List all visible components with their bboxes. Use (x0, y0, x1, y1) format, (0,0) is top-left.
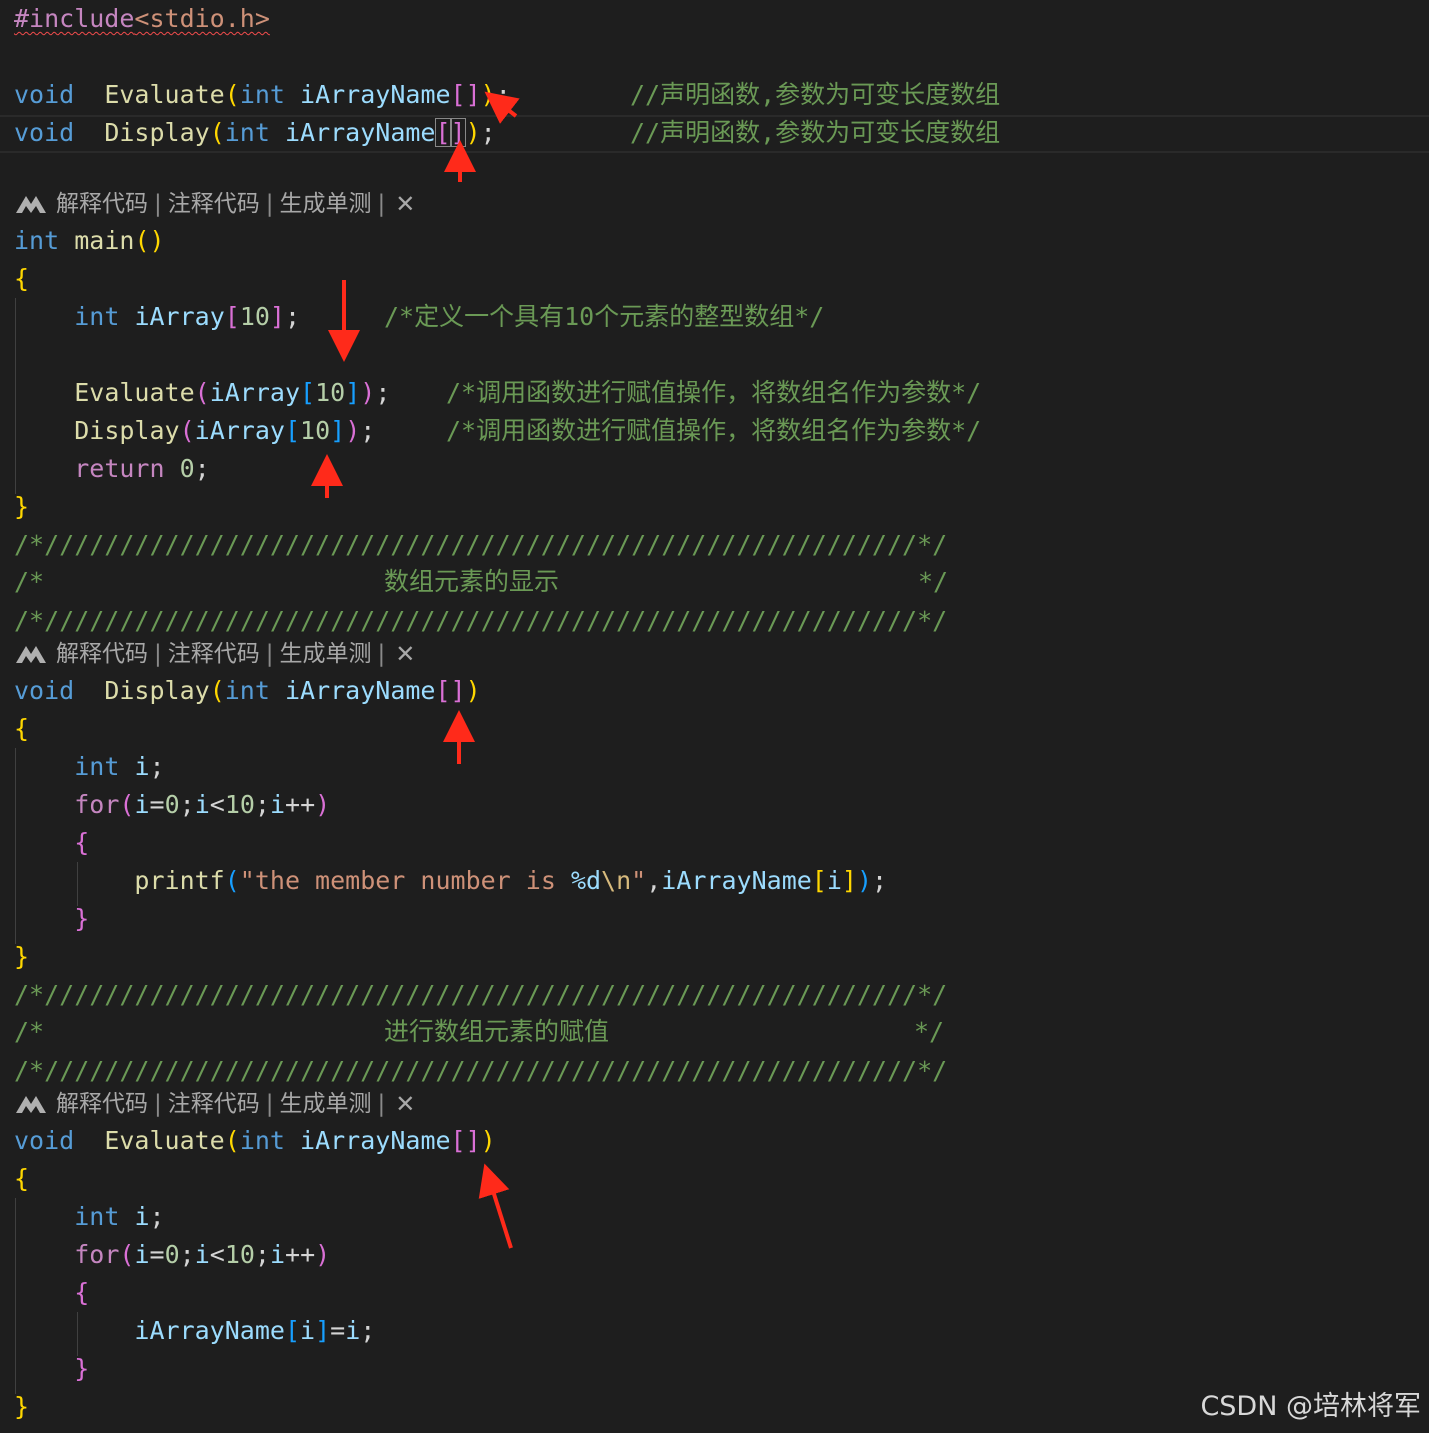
code-line-for[interactable]: for(i=0;i<10;i++) (14, 790, 330, 820)
arrow-annotation (478, 1163, 513, 1249)
code-line-evaluate-def[interactable]: void Evaluate(int iArrayName[]) (14, 1126, 496, 1156)
codelens-comment[interactable]: 注释代码 (168, 1089, 260, 1119)
code-line-brace-open: { (14, 714, 30, 743)
codelens-bar: 解释代码 | 注释代码 | 生成单测 | ✕ (14, 189, 415, 219)
marscode-logo-icon (16, 1096, 46, 1113)
function-name: Evaluate (104, 1126, 225, 1155)
code-line-decl-display[interactable]: void Display(int iArrayName[]); (14, 118, 496, 148)
banner-close: */ (918, 567, 949, 596)
banner-rule: /*//////////////////////////////////////… (14, 1056, 948, 1085)
param-type: int (224, 118, 270, 147)
banner-rule: /*//////////////////////////////////////… (14, 606, 948, 635)
code-line-call-evaluate[interactable]: Evaluate(iArray[10]); (14, 378, 390, 408)
codelens-unittest[interactable]: 生成单测 (280, 189, 372, 219)
param-type: int (239, 80, 285, 109)
param-name: iArrayName (300, 80, 451, 109)
codelens-unittest[interactable]: 生成单测 (280, 639, 372, 669)
marscode-logo-icon (16, 646, 46, 663)
code-line-local-decl[interactable]: int i; (14, 752, 164, 782)
codelens-explain[interactable]: 解释代码 (56, 1089, 148, 1119)
codelens-unittest[interactable]: 生成单测 (280, 1089, 372, 1119)
param-name: iArrayName (284, 118, 436, 147)
code-line-display-def[interactable]: void Display(int iArrayName[]) (14, 676, 481, 706)
banner-title-display: 数组元素的显示 (384, 567, 560, 596)
code-line-brace-close: } (14, 942, 30, 971)
codelens-comment[interactable]: 注释代码 (168, 639, 260, 669)
code-line-assign[interactable]: iArrayName[i]=i; (14, 1316, 375, 1346)
code-line-brace-open: { (14, 828, 90, 857)
banner-rule: /*//////////////////////////////////////… (14, 980, 948, 1009)
code-line-printf[interactable]: printf("the member number is %d\n",iArra… (14, 866, 887, 896)
close-icon[interactable]: ✕ (395, 639, 415, 669)
comment-array-decl: /*定义一个具有10个元素的整型数组*/ (384, 302, 825, 331)
codelens-explain[interactable]: 解释代码 (56, 639, 148, 669)
type-keyword: void (14, 118, 75, 147)
code-line-include[interactable]: #include<stdio.h> (14, 4, 270, 34)
comment-decl-display: //声明函数,参数为可变长度数组 (630, 118, 1001, 147)
include-header: <stdio.h> (134, 4, 270, 33)
function-name: Evaluate (104, 80, 225, 109)
close-icon[interactable]: ✕ (395, 1089, 415, 1119)
code-line-local-decl[interactable]: int i; (14, 1202, 164, 1232)
function-name: Display (104, 676, 210, 705)
type-keyword: void (14, 80, 75, 109)
function-name: Display (104, 118, 210, 147)
code-line-decl-evaluate[interactable]: void Evaluate(int iArrayName[]); (14, 80, 511, 110)
code-line-brace-close: } (14, 904, 90, 933)
code-line-array-decl[interactable]: int iArray[10]; (14, 302, 300, 332)
banner-open: /* (14, 1017, 45, 1046)
include-directive: #include (14, 4, 135, 33)
marscode-logo-icon (16, 196, 46, 213)
comment-call-evaluate: /*调用函数进行赋值操作，将数组名作为参数*/ (446, 378, 982, 407)
codelens-comment[interactable]: 注释代码 (168, 189, 260, 219)
code-line-for[interactable]: for(i=0;i<10;i++) (14, 1240, 330, 1270)
banner-rule: /*//////////////////////////////////////… (14, 530, 948, 559)
codelens-bar: 解释代码 | 注释代码 | 生成单测 | ✕ (14, 1089, 415, 1119)
code-line-brace-close: } (14, 1392, 30, 1421)
code-line-brace-open: { (14, 1278, 90, 1307)
comment-call-display: /*调用函数进行赋值操作，将数组名作为参数*/ (446, 416, 982, 445)
close-icon[interactable]: ✕ (395, 189, 415, 219)
banner-open: /* (14, 567, 45, 596)
codelens-explain[interactable]: 解释代码 (56, 189, 148, 219)
banner-title-evaluate: 进行数组元素的赋值 (384, 1017, 610, 1046)
code-line-return[interactable]: return 0; (14, 454, 210, 484)
code-line-call-display[interactable]: Display(iArray[10]); (14, 416, 375, 446)
banner-close: */ (914, 1017, 945, 1046)
code-line-brace-close: } (14, 492, 30, 521)
watermark: CSDN @培林将军 (1200, 1391, 1421, 1422)
codelens-bar: 解释代码 | 注释代码 | 生成单测 | ✕ (14, 639, 415, 669)
code-line-brace-close: } (14, 1354, 90, 1383)
comment-decl-evaluate: //声明函数,参数为可变长度数组 (630, 80, 1001, 109)
code-line-brace-open: { (14, 264, 30, 293)
code-line-main[interactable]: int main() (14, 226, 165, 256)
code-line-brace-open: { (14, 1164, 30, 1193)
function-name: main (74, 226, 135, 255)
